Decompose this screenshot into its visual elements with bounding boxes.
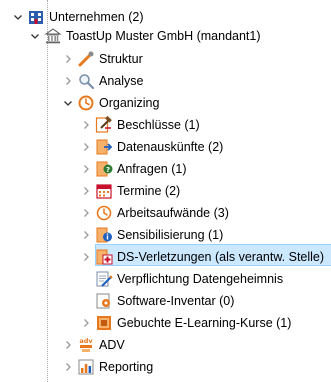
gavel-icon [95, 116, 112, 133]
chevron-down-icon[interactable] [62, 92, 74, 114]
building-icon [44, 28, 62, 44]
magnifier-icon [79, 74, 95, 90]
chevron-down-icon[interactable] [29, 25, 41, 47]
structure-icon [78, 51, 94, 67]
chevron-right-icon[interactable] [80, 202, 92, 224]
tree-node-label: Software-Inventar (0) [117, 294, 235, 308]
company-icon [29, 11, 43, 24]
svg-text:?: ? [106, 166, 110, 174]
data-info-icon [96, 139, 113, 155]
clock-icon [96, 205, 112, 221]
tree-node-label: Anfragen (1) [117, 162, 187, 176]
tree-node-label: Gebuchte E-Learning-Kurse (1) [117, 316, 292, 330]
software-icon [96, 293, 110, 309]
organizing-icon [78, 95, 94, 111]
tree-node-label: ADV [99, 338, 125, 352]
tree-node-label: Arbeitsaufwände (3) [117, 206, 229, 220]
tree-node-label: Organizing [99, 96, 160, 110]
chevron-right-icon[interactable] [80, 180, 92, 202]
tree-node-label: Analyse [99, 74, 144, 88]
tree-node-label: DS-Verletzungen (als verantw. Stelle) [117, 250, 325, 264]
chevron-right-icon[interactable] [80, 158, 92, 180]
tree-node-beschluesse[interactable]: Beschlüsse (1) [80, 114, 200, 136]
chevron-down-icon[interactable] [12, 6, 24, 28]
tree-node-label: Termine (2) [117, 184, 181, 198]
tree-node-organizing[interactable]: Organizing [62, 92, 159, 114]
chevron-right-icon[interactable] [62, 48, 74, 70]
adv-icon: adv [79, 337, 93, 352]
tree-node-label: ToastUp Muster GmbH (mandant1) [66, 29, 261, 43]
tree-node-anfragen[interactable]: ? Anfragen (1) [80, 158, 186, 180]
tree-node-ds-verletzungen[interactable]: DS-Verletzungen (als verantw. Stelle) [80, 246, 324, 268]
inquiry-icon: ? [96, 161, 113, 177]
tree-node-label: Beschlüsse (1) [117, 118, 200, 132]
tree-node-struktur[interactable]: Struktur [62, 48, 143, 70]
chevron-right-icon[interactable] [62, 334, 74, 356]
tree-node-reporting[interactable]: Reporting [62, 356, 153, 378]
tree-node-verpflichtung[interactable]: Verpflichtung Datengeheimnis [80, 268, 283, 290]
chevron-right-icon[interactable] [80, 114, 92, 136]
tree-node-datenauskuenfte[interactable]: Datenauskünfte (2) [80, 136, 223, 158]
tree-node-software-inventar[interactable]: Software-Inventar (0) [80, 290, 234, 312]
tree-guide-line [47, 0, 48, 382]
breach-icon [96, 249, 113, 265]
calendar-icon [96, 184, 112, 199]
elearning-icon [97, 316, 111, 330]
chevron-right-icon[interactable] [80, 224, 92, 246]
chevron-right-icon[interactable] [80, 312, 92, 334]
tree-node-adv[interactable]: adv ADV [62, 334, 125, 356]
tree-node-mandant[interactable]: ToastUp Muster GmbH (mandant1) [29, 25, 261, 47]
tree-view: Unternehmen (2) ToastUp Muster GmbH (man… [0, 0, 331, 382]
svg-text:adv: adv [79, 337, 93, 345]
tree-node-e-learning[interactable]: Gebuchte E-Learning-Kurse (1) [80, 312, 291, 334]
tree-node-arbeitsaufwaende[interactable]: Arbeitsaufwände (3) [80, 202, 229, 224]
tree-node-sensibilisierung[interactable]: Sensibilisierung (1) [80, 224, 223, 246]
reporting-icon [78, 359, 94, 375]
awareness-icon [96, 227, 112, 243]
chevron-right-icon[interactable] [80, 246, 92, 268]
chevron-right-icon[interactable] [80, 136, 92, 158]
tree-node-analyse[interactable]: Analyse [62, 70, 143, 92]
tree-node-label: Struktur [99, 52, 143, 66]
tree-node-label: Datenauskünfte (2) [117, 140, 224, 154]
tree-node-termine[interactable]: Termine (2) [80, 180, 180, 202]
tree-node-label: Reporting [99, 360, 154, 374]
commitment-icon [96, 271, 113, 287]
tree-node-label: Verpflichtung Datengeheimnis [117, 272, 284, 286]
chevron-right-icon[interactable] [62, 70, 74, 92]
chevron-right-icon[interactable] [62, 356, 74, 378]
tree-node-label: Sensibilisierung (1) [117, 228, 224, 242]
